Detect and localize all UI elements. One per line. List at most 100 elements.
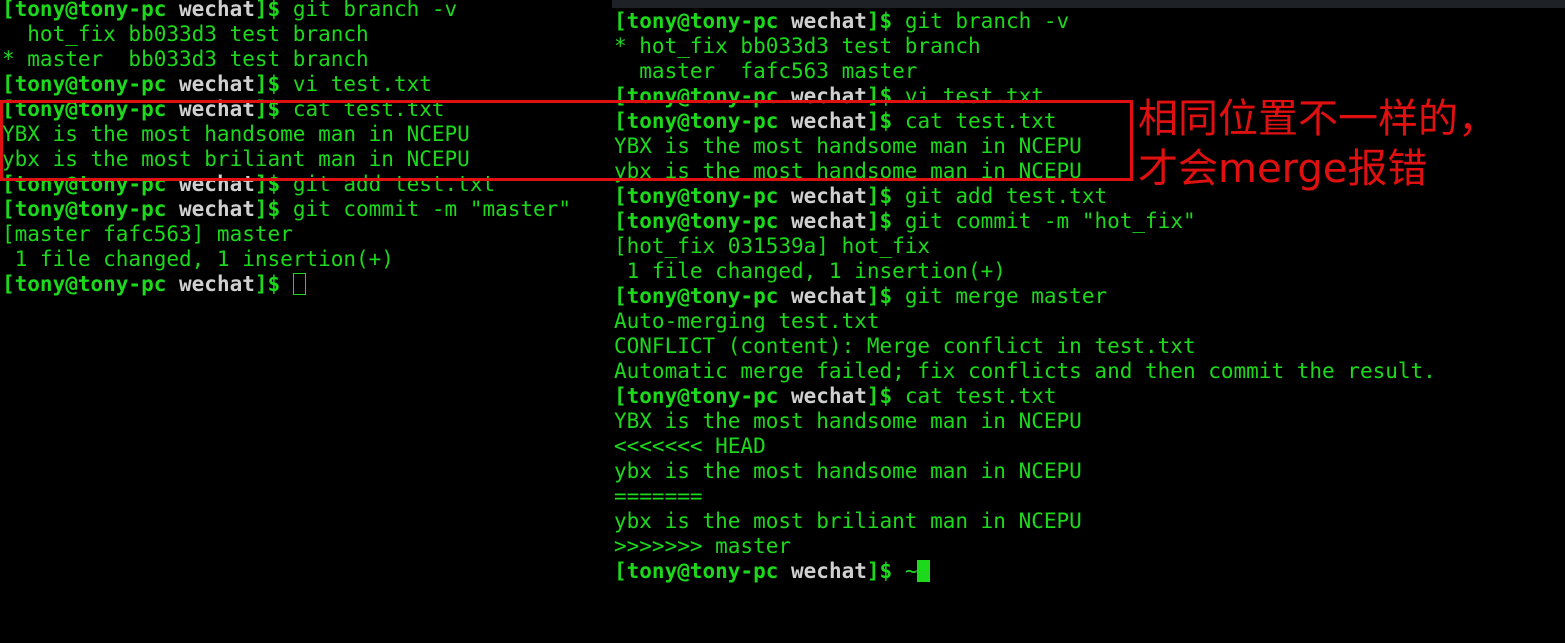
command-text: cat test.txt [904, 109, 1057, 133]
command-text: git add test.txt [904, 184, 1108, 208]
output-line: ybx is the most handsome man in NCEPU [614, 459, 1082, 483]
prompt-suffix: ]$ [866, 384, 905, 408]
prompt-directory: wechat [179, 72, 255, 96]
prompt-suffix: ]$ [866, 284, 905, 308]
prompt-directory: wechat [791, 384, 867, 408]
prompt-suffix: ]$ [254, 172, 293, 196]
prompt-user-host: [tony@tony-pc [614, 284, 792, 308]
shell-prompt: [tony@tony-pc wechat]$ [614, 9, 905, 33]
output-line: Automatic merge failed; fix conflicts an… [614, 359, 1436, 383]
command-text: vi test.txt [292, 72, 432, 96]
prompt-line: [tony@tony-pc wechat]$ vi test.txt [2, 72, 571, 97]
prompt-directory: wechat [179, 272, 255, 296]
command-text: cat test.txt [904, 384, 1057, 408]
annotation-note: 相同位置不一样的， 才会merge报错 [1138, 94, 1558, 194]
terminal-left-output: [tony@tony-pc wechat]$ git branch -v hot… [2, 0, 571, 297]
prompt-user-host: [tony@tony-pc [614, 9, 792, 33]
text-cursor[interactable] [292, 273, 306, 295]
text-cursor[interactable] [917, 560, 931, 582]
shell-prompt: [tony@tony-pc wechat]$ [614, 84, 905, 108]
command-text: git branch -v [292, 0, 458, 21]
shell-prompt: [tony@tony-pc wechat]$ [614, 109, 905, 133]
prompt-user-host: [tony@tony-pc [2, 72, 180, 96]
output-line: 1 file changed, 1 insertion(+) [2, 247, 394, 271]
output-line: * hot_fix bb033d3 test branch [614, 34, 981, 58]
output-line: Auto-merging test.txt [614, 309, 880, 333]
prompt-line: [tony@tony-pc wechat]$ git commit -m "ho… [614, 209, 1436, 234]
output-line: ======= [614, 484, 703, 508]
prompt-suffix: ]$ [866, 184, 905, 208]
output-line: master fafc563 master [614, 59, 918, 83]
output-line: YBX is the most handsome man in NCEPU [614, 409, 1082, 433]
command-text: git branch -v [904, 9, 1070, 33]
prompt-user-host: [tony@tony-pc [614, 109, 792, 133]
shell-prompt: [tony@tony-pc wechat]$ [614, 559, 905, 583]
prompt-directory: wechat [791, 84, 867, 108]
prompt-suffix: ]$ [866, 9, 905, 33]
prompt-suffix: ]$ [866, 209, 905, 233]
output-line: YBX is the most handsome man in NCEPU [2, 122, 470, 146]
prompt-suffix: ]$ [254, 197, 293, 221]
prompt-user-host: [tony@tony-pc [2, 272, 180, 296]
output-line: hot_fix bb033d3 test branch [2, 22, 369, 46]
prompt-user-host: [tony@tony-pc [614, 209, 792, 233]
output-line: [master fafc563] master [2, 222, 293, 246]
shell-prompt: [tony@tony-pc wechat]$ [2, 0, 293, 21]
prompt-user-host: [tony@tony-pc [2, 197, 180, 221]
prompt-directory: wechat [179, 172, 255, 196]
prompt-line: [tony@tony-pc wechat]$ ~ [614, 559, 1436, 584]
prompt-line: [tony@tony-pc wechat]$ git merge master [614, 284, 1436, 309]
command-text: cat test.txt [292, 97, 445, 121]
output-line: CONFLICT (content): Merge conflict in te… [614, 334, 1196, 358]
prompt-directory: wechat [791, 284, 867, 308]
command-text: git commit -m "hot_fix" [904, 209, 1196, 233]
output-line: <<<<<<< HEAD [614, 434, 766, 458]
prompt-directory: wechat [791, 9, 867, 33]
prompt-user-host: [tony@tony-pc [614, 384, 792, 408]
prompt-user-host: [tony@tony-pc [2, 0, 180, 21]
prompt-suffix: ]$ [254, 97, 293, 121]
prompt-directory: wechat [179, 197, 255, 221]
window-top-edge [612, 0, 1565, 8]
output-line: ybx is the most briliant man in NCEPU [2, 147, 470, 171]
prompt-line: [tony@tony-pc wechat]$ cat test.txt [614, 384, 1436, 409]
prompt-suffix: ]$ [254, 0, 293, 21]
prompt-user-host: [tony@tony-pc [2, 172, 180, 196]
prompt-suffix: ]$ [254, 272, 293, 296]
prompt-directory: wechat [179, 97, 255, 121]
command-text: ~ [904, 559, 918, 583]
prompt-directory: wechat [791, 184, 867, 208]
shell-prompt: [tony@tony-pc wechat]$ [2, 197, 293, 221]
output-line: 1 file changed, 1 insertion(+) [614, 259, 1006, 283]
shell-prompt: [tony@tony-pc wechat]$ [2, 272, 293, 296]
shell-prompt: [tony@tony-pc wechat]$ [2, 97, 293, 121]
prompt-line: [tony@tony-pc wechat]$ git branch -v [2, 0, 571, 22]
terminal-left[interactable]: [tony@tony-pc wechat]$ git branch -v hot… [0, 0, 612, 643]
annotation-line-1: 相同位置不一样的， [1138, 96, 1498, 142]
prompt-directory: wechat [179, 0, 255, 21]
prompt-suffix: ]$ [866, 559, 905, 583]
command-text: git add test.txt [292, 172, 496, 196]
prompt-line: [tony@tony-pc wechat]$ git branch -v [614, 9, 1436, 34]
prompt-suffix: ]$ [866, 84, 905, 108]
command-text: vi test.txt [904, 84, 1044, 108]
command-text: git merge master [904, 284, 1108, 308]
prompt-line: [tony@tony-pc wechat]$ git commit -m "ma… [2, 197, 571, 222]
prompt-directory: wechat [791, 209, 867, 233]
prompt-user-host: [tony@tony-pc [614, 559, 792, 583]
shell-prompt: [tony@tony-pc wechat]$ [2, 172, 293, 196]
annotation-line-2: 才会merge报错 [1138, 146, 1428, 192]
prompt-line: [tony@tony-pc wechat]$ git add test.txt [2, 172, 571, 197]
prompt-suffix: ]$ [254, 72, 293, 96]
output-line: * master bb033d3 test branch [2, 47, 369, 71]
prompt-line: [tony@tony-pc wechat]$ cat test.txt [2, 97, 571, 122]
shell-prompt: [tony@tony-pc wechat]$ [2, 72, 293, 96]
shell-prompt: [tony@tony-pc wechat]$ [614, 209, 905, 233]
prompt-user-host: [tony@tony-pc [614, 84, 792, 108]
prompt-line: [tony@tony-pc wechat]$ [2, 272, 571, 297]
prompt-suffix: ]$ [866, 109, 905, 133]
output-line: ybx is the most briliant man in NCEPU [614, 509, 1082, 533]
prompt-directory: wechat [791, 559, 867, 583]
prompt-user-host: [tony@tony-pc [614, 184, 792, 208]
shell-prompt: [tony@tony-pc wechat]$ [614, 384, 905, 408]
